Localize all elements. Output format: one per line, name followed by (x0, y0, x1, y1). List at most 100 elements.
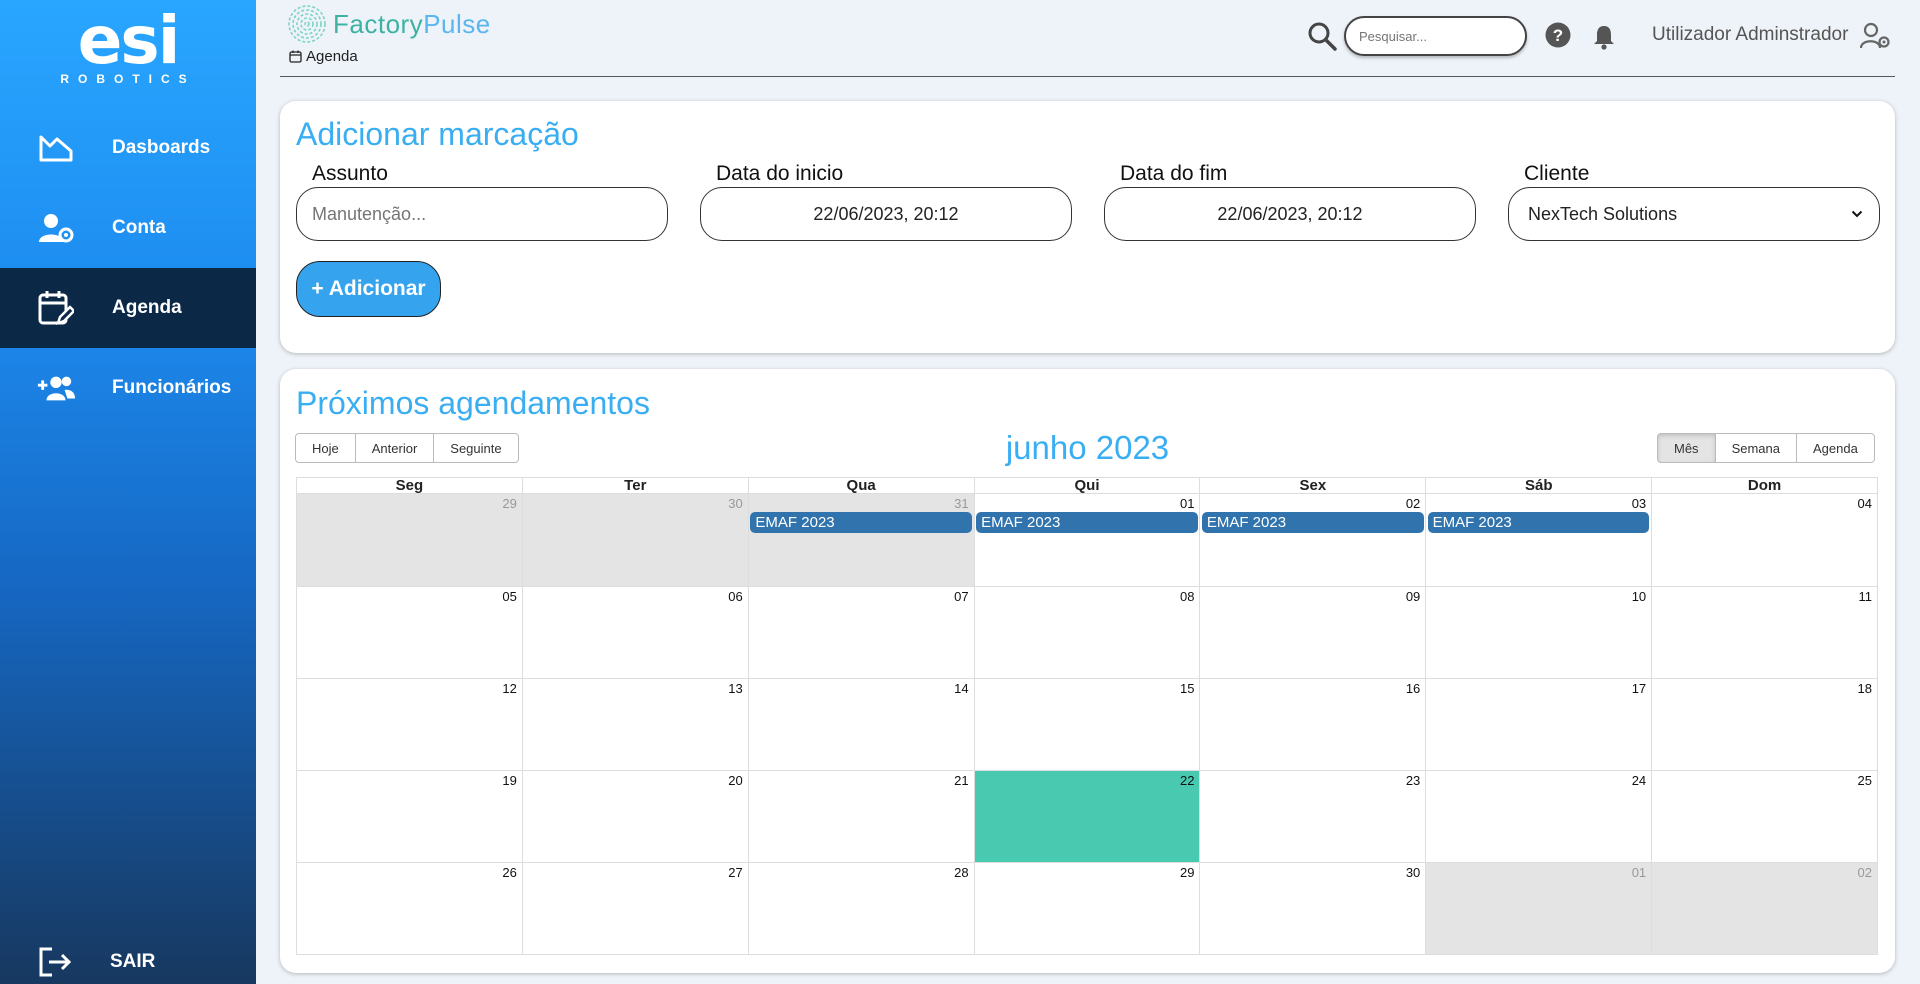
bell-icon[interactable] (1592, 24, 1616, 55)
start-date-value: 22/06/2023, 20:12 (813, 203, 959, 224)
day-number[interactable]: 25 (1858, 773, 1872, 788)
day-number[interactable]: 22 (1180, 773, 1194, 788)
calendar-event[interactable]: EMAF 2023 (1427, 512, 1650, 533)
day-cell[interactable]: 30 (1199, 863, 1425, 954)
day-number[interactable]: 01 (1180, 496, 1194, 511)
add-button[interactable]: + Adicionar (296, 261, 441, 317)
day-number[interactable]: 04 (1858, 496, 1872, 511)
day-cell[interactable]: 12 (297, 679, 522, 770)
day-cell[interactable]: 02 (1199, 494, 1425, 586)
sidebar-item-conta[interactable]: Conta (0, 188, 256, 268)
logo-subtitle: ROBOTICS (60, 72, 196, 86)
day-cell[interactable]: 29 (973, 863, 1200, 954)
weekday-label: Ter (521, 478, 748, 493)
day-number[interactable]: 11 (1859, 589, 1873, 604)
sidebar-item-funcionarios[interactable]: Funcionários (0, 348, 256, 428)
user-name: Utilizador Adminstrador (1652, 24, 1849, 45)
day-cell[interactable]: 14 (747, 679, 974, 770)
day-cell[interactable]: 25 (1651, 771, 1877, 862)
day-number[interactable]: 10 (1632, 589, 1646, 604)
day-number[interactable]: 07 (954, 589, 968, 604)
day-cell[interactable]: 03 (1425, 494, 1651, 586)
day-cell[interactable]: 07 (747, 587, 974, 678)
day-number[interactable]: 29 (502, 496, 516, 511)
sidebar-item-label: Conta (112, 217, 166, 238)
sidebar-item-dashboards[interactable]: Dasboards (0, 108, 256, 188)
day-number[interactable]: 14 (954, 681, 968, 696)
day-number[interactable]: 02 (1858, 865, 1872, 880)
day-number[interactable]: 09 (1406, 589, 1420, 604)
view-month-button[interactable]: Mês (1657, 433, 1716, 463)
view-week-button[interactable]: Semana (1714, 433, 1797, 463)
day-cell[interactable]: 15 (973, 679, 1200, 770)
day-cell[interactable]: 11 (1651, 587, 1877, 678)
week-row: 05 06 07 08 09 10 11 (297, 586, 1877, 678)
day-number[interactable]: 01 (1632, 865, 1646, 880)
day-cell[interactable]: 28 (747, 863, 974, 954)
day-cell[interactable]: 18 (1651, 679, 1877, 770)
calendar-event[interactable]: EMAF 2023 (976, 512, 1198, 533)
end-date-input[interactable]: 22/06/2023, 20:12 (1104, 187, 1476, 241)
day-cell[interactable]: 27 (521, 863, 748, 954)
day-cell[interactable]: 05 (297, 587, 522, 678)
search-input[interactable] (1344, 16, 1527, 56)
day-number[interactable]: 27 (728, 865, 742, 880)
day-cell[interactable]: 09 (1199, 587, 1425, 678)
day-number[interactable]: 30 (1406, 865, 1420, 880)
logout-button[interactable]: SAIR (0, 940, 256, 984)
day-number[interactable]: 12 (502, 681, 516, 696)
day-number[interactable]: 15 (1180, 681, 1194, 696)
day-number[interactable]: 23 (1406, 773, 1420, 788)
day-number[interactable]: 03 (1632, 496, 1646, 511)
help-icon[interactable]: ? (1545, 22, 1571, 53)
day-number[interactable]: 02 (1406, 496, 1420, 511)
day-cell[interactable]: 29 (297, 494, 522, 586)
day-number[interactable]: 18 (1858, 681, 1872, 696)
day-cell[interactable]: 24 (1425, 771, 1651, 862)
day-number[interactable]: 31 (954, 496, 968, 511)
day-number[interactable]: 17 (1632, 681, 1646, 696)
day-number[interactable]: 05 (502, 589, 516, 604)
sidebar-item-agenda[interactable]: Agenda (0, 268, 256, 348)
day-number[interactable]: 21 (954, 773, 968, 788)
user-settings-icon[interactable] (1859, 22, 1890, 55)
day-cell[interactable]: 22 (973, 771, 1200, 862)
day-cell[interactable]: 13 (521, 679, 748, 770)
day-number[interactable]: 26 (502, 865, 516, 880)
day-number[interactable]: 13 (728, 681, 742, 696)
calendar-event[interactable]: EMAF 2023 (750, 512, 973, 533)
day-cell[interactable]: 04 (1651, 494, 1877, 586)
day-number[interactable]: 24 (1632, 773, 1646, 788)
day-number[interactable]: 16 (1406, 681, 1420, 696)
day-number[interactable]: 29 (1180, 865, 1194, 880)
day-cell[interactable]: 20 (521, 771, 748, 862)
day-cell[interactable]: 08 (973, 587, 1200, 678)
search-icon[interactable] (1306, 20, 1338, 57)
day-number[interactable]: 06 (728, 589, 742, 604)
day-cell[interactable]: 19 (297, 771, 522, 862)
day-cell[interactable]: 23 (1199, 771, 1425, 862)
day-cell[interactable]: 31 (747, 494, 974, 586)
day-cell[interactable]: 01 (1425, 863, 1652, 954)
upcoming-appointments-card: Próximos agendamentos Hoje Anterior Segu… (280, 369, 1895, 973)
day-cell[interactable]: 30 (521, 494, 748, 586)
day-cell[interactable]: 17 (1425, 679, 1651, 770)
day-number[interactable]: 30 (728, 496, 742, 511)
day-number[interactable]: 28 (954, 865, 968, 880)
day-cell[interactable]: 06 (521, 587, 748, 678)
day-cell[interactable]: 21 (747, 771, 974, 862)
day-number[interactable]: 08 (1180, 589, 1194, 604)
subject-input[interactable] (296, 187, 668, 241)
day-cell[interactable]: 10 (1425, 587, 1651, 678)
day-cell[interactable]: 16 (1199, 679, 1425, 770)
day-cell[interactable]: 02 (1651, 863, 1878, 954)
day-cell[interactable]: 26 (297, 863, 522, 954)
day-number[interactable]: 20 (728, 773, 742, 788)
day-number[interactable]: 19 (502, 773, 516, 788)
start-date-input[interactable]: 22/06/2023, 20:12 (700, 187, 1072, 241)
view-agenda-button[interactable]: Agenda (1795, 433, 1875, 463)
header-divider (280, 76, 1895, 77)
client-select[interactable]: NexTech Solutions (1508, 187, 1880, 241)
calendar-event[interactable]: EMAF 2023 (1201, 512, 1424, 533)
day-cell[interactable]: 01 (973, 494, 1200, 586)
